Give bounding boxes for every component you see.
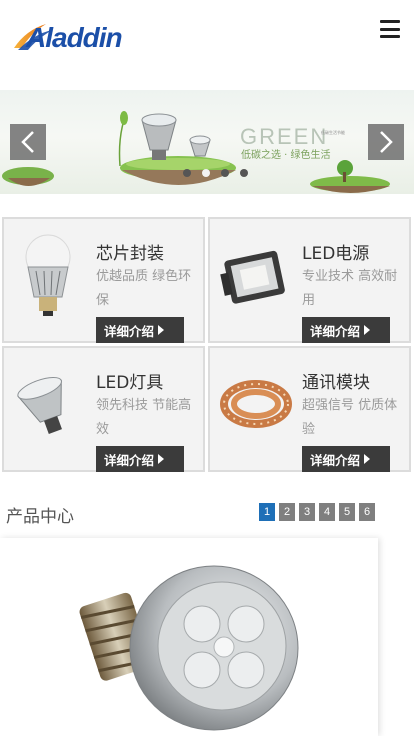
category-card-comm-module[interactable]: 通讯模块 超强信号 优质体验 详细介绍 — [208, 346, 411, 472]
category-card-led-fixture[interactable]: LED灯具 领先科技 节能高效 详细介绍 — [2, 346, 205, 472]
details-button[interactable]: 详细介绍 — [302, 317, 390, 343]
play-arrow-icon — [364, 454, 371, 464]
page-button-2[interactable]: 2 — [279, 503, 295, 521]
category-title: 芯片封装 — [96, 244, 164, 264]
logo[interactable]: Aladdin — [12, 14, 130, 54]
next-slide-button[interactable] — [368, 124, 404, 160]
header: Aladdin — [0, 0, 414, 88]
banner-tagline: 低碳之选 · 绿色生活 — [241, 150, 331, 161]
chevron-left-icon — [21, 131, 34, 153]
product-image — [79, 565, 299, 731]
led-spotlight-icon — [17, 376, 62, 434]
product-pager: 1 2 3 4 5 6 — [259, 503, 375, 521]
category-grid: 芯片封装 优越品质 绿色环保 详细介绍 LED电源 专业技术 高效耐用 详细介绍… — [2, 217, 413, 473]
hamburger-icon — [380, 20, 400, 23]
category-desc: 超强信号 优质体验 — [302, 398, 398, 437]
section-title: 产品中心 — [6, 507, 74, 527]
category-card-led-power[interactable]: LED电源 专业技术 高效耐用 详细介绍 — [208, 217, 411, 343]
chevron-right-icon — [380, 131, 393, 153]
category-desc: 优越品质 绿色环保 — [96, 269, 192, 308]
category-desc: 专业技术 高效耐用 — [302, 269, 398, 308]
category-card-chip-packaging[interactable]: 芯片封装 优越品质 绿色环保 详细介绍 — [2, 217, 205, 343]
play-arrow-icon — [158, 325, 165, 335]
page-button-3[interactable]: 3 — [299, 503, 315, 521]
page-button-6[interactable]: 6 — [359, 503, 375, 521]
details-button[interactable]: 详细介绍 — [96, 317, 184, 343]
page-button-4[interactable]: 4 — [319, 503, 335, 521]
carousel-dot[interactable] — [240, 169, 248, 177]
carousel-dot[interactable] — [221, 169, 229, 177]
banner-carousel[interactable]: GREEN 低碳生活节能 低碳之选 · 绿色生活 — [0, 90, 414, 194]
banner-image — [2, 111, 390, 193]
play-arrow-icon — [158, 454, 165, 464]
details-button[interactable]: 详细介绍 — [302, 446, 390, 472]
category-title: 通讯模块 — [302, 373, 370, 393]
logo-text: Aladdin — [25, 22, 122, 53]
product-card[interactable] — [0, 538, 378, 736]
play-arrow-icon — [364, 325, 371, 335]
page-button-5[interactable]: 5 — [339, 503, 355, 521]
category-title: LED灯具 — [96, 373, 164, 393]
menu-button[interactable] — [380, 20, 400, 38]
page-button-1[interactable]: 1 — [259, 503, 275, 521]
floodlight-icon — [220, 250, 285, 304]
carousel-dots — [183, 169, 248, 177]
category-title: LED电源 — [302, 244, 370, 264]
led-strip-icon — [220, 380, 292, 428]
carousel-dot[interactable] — [183, 169, 191, 177]
banner-tiny-text: 低碳生活节能 — [321, 130, 345, 135]
category-desc: 领先科技 节能高效 — [96, 398, 192, 437]
carousel-dot-active[interactable] — [202, 169, 210, 177]
details-button[interactable]: 详细介绍 — [96, 446, 184, 472]
led-bulb-icon — [25, 234, 71, 316]
prev-slide-button[interactable] — [10, 124, 46, 160]
